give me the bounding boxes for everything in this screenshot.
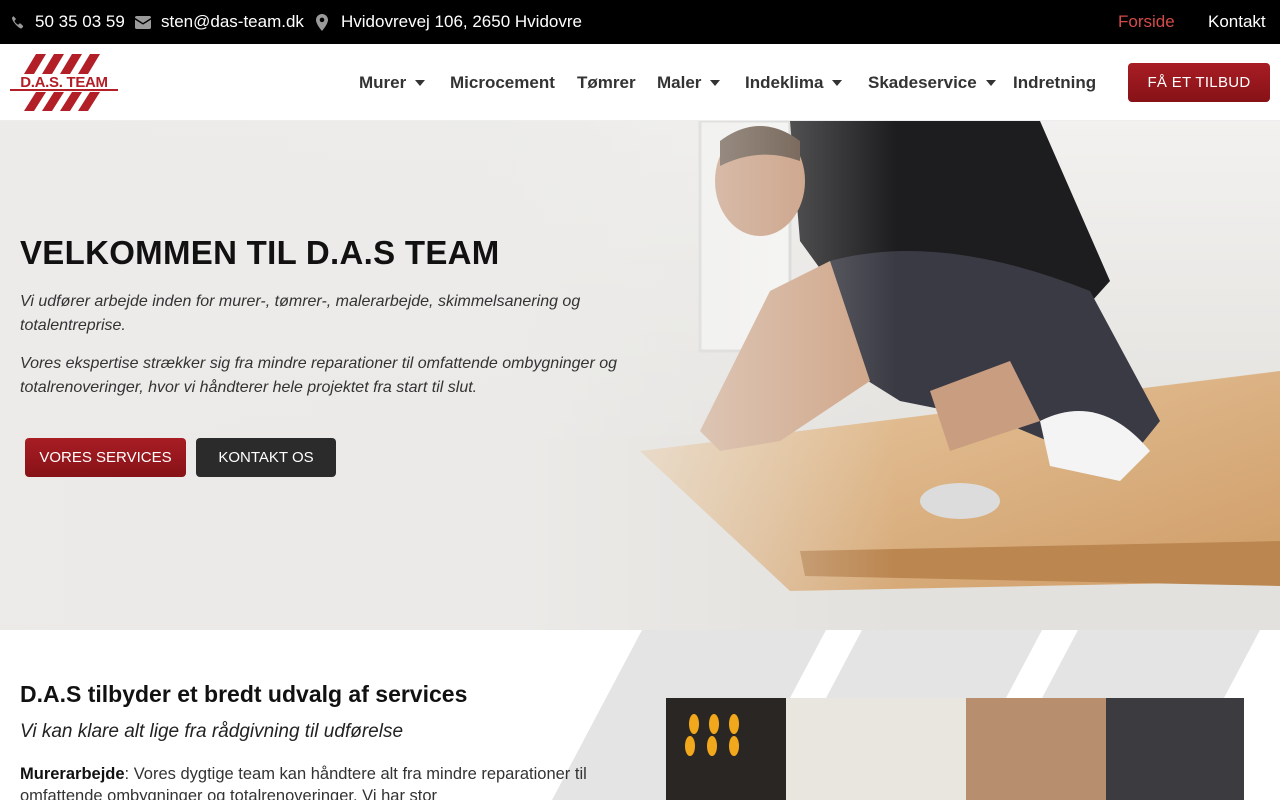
services-body-text: Murerarbejde: Vores dygtige team kan hån… [20,763,590,800]
services-photo [666,698,1244,800]
address-contact[interactable]: Hvidovrevej 106, 2650 Hvidovre [316,0,582,44]
hero-intro-text: Vi udfører arbejde inden for murer-, tøm… [20,293,581,334]
nav-maler-label: Maler [657,72,702,92]
phone-icon [12,15,24,28]
nav-murer-label: Murer [359,72,407,92]
nav-indretning-label: Indretning [1013,72,1097,92]
phone-number: 50 35 03 59 [35,12,125,31]
get-quote-button[interactable]: FÅ ET TILBUD [1128,63,1270,102]
nav-indretning[interactable]: Indretning [1013,44,1096,121]
map-marker-icon [316,13,328,31]
svg-text:D.A.S. TEAM: D.A.S. TEAM [20,74,108,91]
caret-down-icon [832,79,843,86]
service-label-murerarbejde: Murerarbejde [20,765,125,783]
nav-indeklima[interactable]: Indeklima [745,44,843,121]
nav-skadeservice[interactable]: Skadeservice [868,44,996,121]
email-address: sten@das-team.dk [161,12,304,31]
topbar-link-kontakt[interactable]: Kontakt [1208,0,1266,44]
phone-contact[interactable]: 50 35 03 59 [10,0,125,44]
top-bar: 50 35 03 59 sten@das-team.dk Hvidovrevej… [0,0,1280,44]
services-section: D.A.S tilbyder et bredt udvalg af servic… [0,630,1280,800]
email-contact[interactable]: sten@das-team.dk [135,0,304,44]
das-team-logo[interactable]: D.A.S. TEAM [10,54,118,111]
caret-down-icon [415,79,426,86]
nav-skadeservice-label: Skadeservice [868,72,977,92]
address-text: Hvidovrevej 106, 2650 Hvidovre [341,12,582,31]
caret-down-icon [985,79,996,86]
services-title: D.A.S tilbyder et bredt udvalg af servic… [20,681,468,707]
nav-murer[interactable]: Murer [359,44,426,121]
nav-tomrer[interactable]: Tømrer [577,44,636,121]
nav-indeklima-label: Indeklima [745,72,824,92]
main-header: D.A.S. TEAM Murer Microcement Tømrer Mal… [0,44,1280,121]
contact-us-button[interactable]: KONTAKT OS [196,438,336,477]
hero-expertise-text: Vores ekspertise strækker sig fra mindre… [20,355,618,396]
envelope-icon [135,15,151,29]
hero-title: VELKOMMEN TIL D.A.S TEAM [20,234,500,271]
nav-tomrer-label: Tømrer [577,72,636,92]
services-subtitle: Vi kan klare alt lige fra rådgivning til… [20,721,404,742]
our-services-button[interactable]: VORES SERVICES [25,438,186,477]
nav-microcement[interactable]: Microcement [450,44,555,121]
nav-microcement-label: Microcement [450,72,555,92]
hero-section: VELKOMMEN TIL D.A.S TEAM Vi udfører arbe… [0,121,1280,630]
topbar-link-forside[interactable]: Forside [1118,0,1175,44]
caret-down-icon [710,79,721,86]
nav-maler[interactable]: Maler [657,44,721,121]
